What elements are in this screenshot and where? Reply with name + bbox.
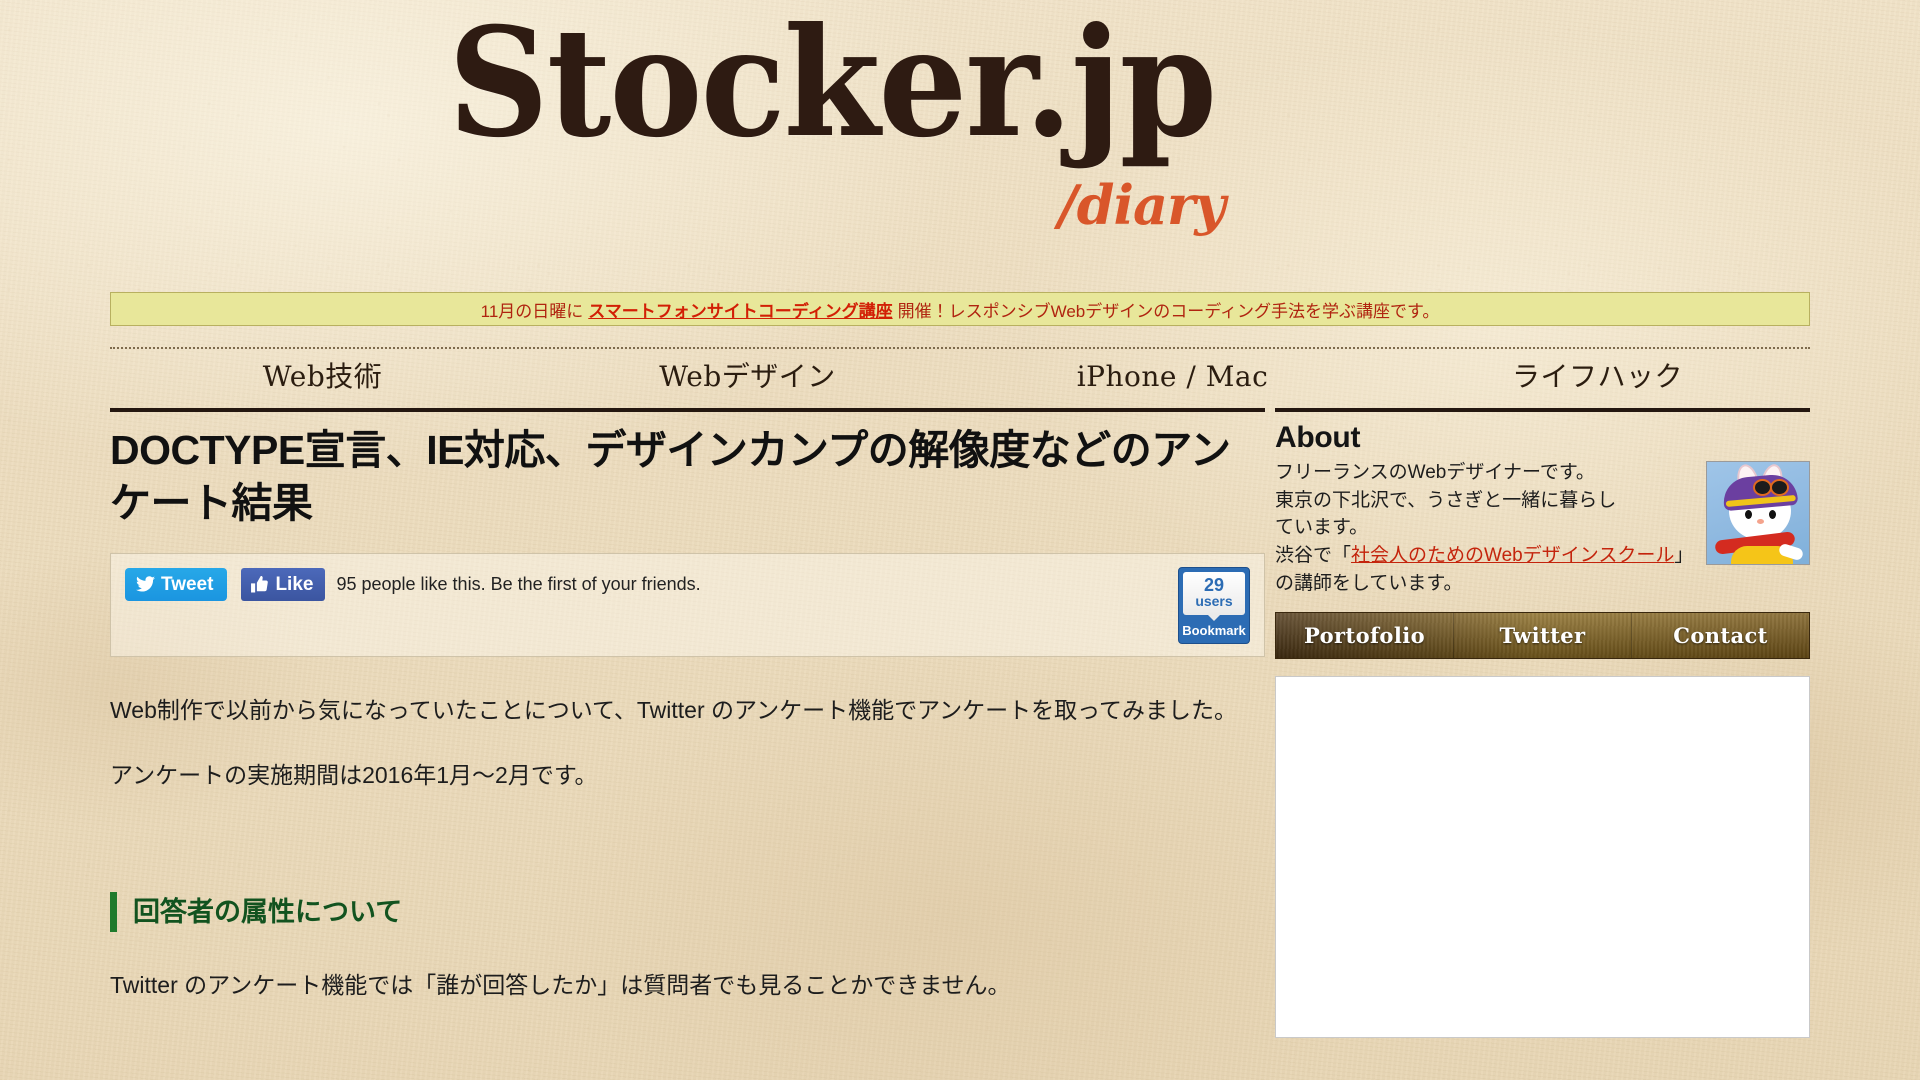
site-logo[interactable]: Stocker.jp bbox=[448, 8, 1217, 158]
article-paragraph-3: Twitter のアンケート機能では「誰が回答したか」は質問者でも見ることかでき… bbox=[110, 972, 1011, 999]
hatena-bookmark-button[interactable]: 29 users Bookmark bbox=[1178, 566, 1250, 644]
avatar-goggle-right-icon bbox=[1770, 479, 1789, 496]
like-button-label: Like bbox=[275, 573, 314, 595]
main-navigation: Web技術 Webデザイン iPhone / Mac ライフハック bbox=[110, 358, 1810, 396]
hatena-bookmark-count: 29 bbox=[1203, 574, 1225, 595]
section-heading-respondents: 回答者の属性について bbox=[110, 891, 1265, 933]
sidebar-about-school-link[interactable]: 社会人のためのWebデザインスクール bbox=[1351, 545, 1674, 566]
sidebar-navigation: Portofolio Twitter Contact bbox=[1275, 611, 1810, 659]
sidebar-about-body: フリーランスのWebデザイナーです。 東京の下北沢で、うさぎと一緒に暮らし てい… bbox=[1275, 459, 1810, 598]
article-paragraph-1: Web制作で以前から気になっていたことについて、Twitter のアンケート機能… bbox=[110, 696, 1238, 723]
announcement-suffix: 開催！レスポンシブWebデザインのコーディング手法を学ぶ講座です。 bbox=[897, 301, 1440, 321]
nav-item-web-tech[interactable]: Web技術 bbox=[110, 358, 535, 396]
sidebar-about-title: About bbox=[1275, 421, 1361, 454]
social-share-bar: Tweet Like 95 people like this. Be the f… bbox=[110, 552, 1265, 657]
announcement-link[interactable]: スマートフォンサイトコーディング講座 bbox=[588, 297, 892, 322]
main-column-top-rule bbox=[110, 408, 1265, 412]
page-root: Stocker.jp /diary 11月の日曜に スマートフォンサイトコーディ… bbox=[0, 0, 1920, 1080]
article-paragraph-2: アンケートの実施期間は2016年1月〜2月です。 bbox=[110, 762, 598, 789]
facebook-like-button[interactable]: Like bbox=[241, 567, 326, 601]
announcement-prefix: 11月の日曜に bbox=[480, 301, 584, 321]
sidebar-nav-contact[interactable]: Contact bbox=[1632, 613, 1809, 658]
header-divider bbox=[110, 347, 1810, 349]
sidebar: About フリーランスのWebデザイナーです。 東京の下北沢で、うさぎと一緒に… bbox=[1275, 408, 1810, 1038]
announcement-banner: 11月の日曜に スマートフォンサイトコーディング講座 開催！レスポンシブWebデ… bbox=[110, 292, 1810, 326]
tweet-button-label: Tweet bbox=[161, 573, 214, 595]
like-count-caption: 95 people like this. Be the first of you… bbox=[336, 573, 701, 594]
hatena-users-label: users bbox=[1195, 593, 1233, 610]
avatar bbox=[1706, 461, 1810, 565]
twitter-bird-icon bbox=[136, 576, 155, 592]
tweet-button[interactable]: Tweet bbox=[125, 567, 228, 601]
sidebar-nav-twitter[interactable]: Twitter bbox=[1454, 612, 1632, 658]
sidebar-nav-portfolio[interactable]: Portofolio bbox=[1276, 612, 1454, 658]
site-header: Stocker.jp /diary bbox=[0, 0, 1920, 232]
hatena-count-bubble: 29 users bbox=[1183, 571, 1245, 622]
avatar-eye-right-icon bbox=[1769, 510, 1776, 519]
nav-item-web-design[interactable]: Webデザイン bbox=[535, 358, 960, 396]
site-logo-subtitle: /diary bbox=[1058, 173, 1226, 237]
page-title: DOCTYPE宣言、IE対応、デザインカンプの解像度などのアンケート結果 bbox=[110, 427, 1231, 527]
nav-item-iphone-mac[interactable]: iPhone / Mac bbox=[960, 358, 1385, 396]
share-buttons-group: Tweet Like 95 people like this. Be the f… bbox=[125, 567, 701, 601]
sidebar-about-line-4-prefix: 渋谷で「 bbox=[1275, 545, 1352, 567]
sidebar-top-rule bbox=[1275, 408, 1810, 412]
sidebar-widget-panel bbox=[1275, 675, 1810, 1038]
avatar-nose-icon bbox=[1757, 519, 1764, 524]
main-column: DOCTYPE宣言、IE対応、デザインカンプの解像度などのアンケート結果 Twe… bbox=[110, 408, 1265, 1006]
avatar-eye-left-icon bbox=[1745, 510, 1752, 519]
thumbs-up-icon bbox=[251, 575, 269, 593]
nav-item-lifehack[interactable]: ライフハック bbox=[1385, 358, 1810, 396]
